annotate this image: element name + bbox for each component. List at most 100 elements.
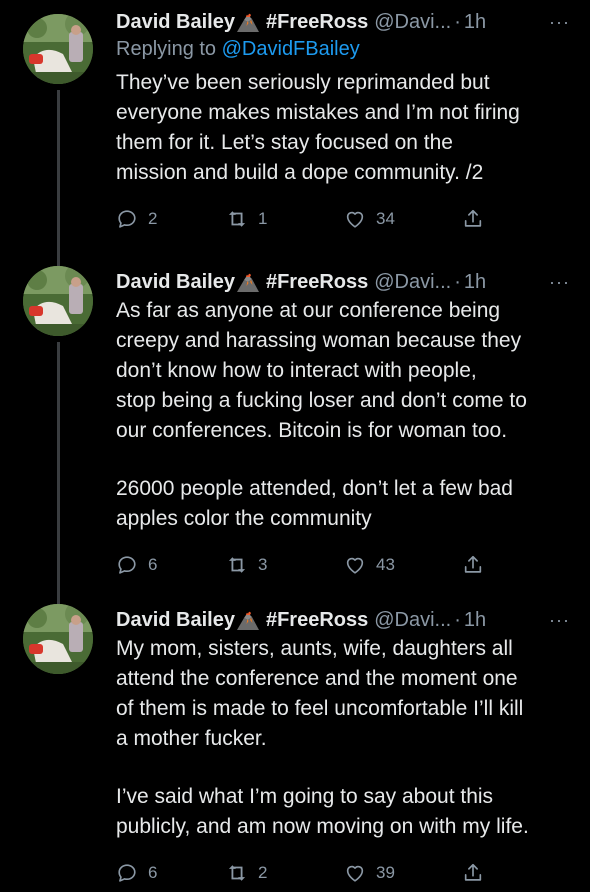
author-name[interactable]: David Bailey — [116, 608, 235, 632]
tweet[interactable]: David Bailey #FreeRoss @Davi... · 1h ···… — [0, 590, 590, 892]
text-line: them for it. Let’s stay focused on the — [116, 131, 453, 154]
name-hashtag: #FreeRoss — [265, 271, 369, 293]
like-button[interactable]: 43 — [344, 554, 462, 576]
like-count: 34 — [376, 209, 395, 228]
text-line: of them is made to feel uncomfortable I’… — [116, 697, 524, 720]
text-line: 26000 people attended, don’t let a few b… — [116, 477, 513, 500]
reply-button[interactable]: 2 — [116, 208, 226, 230]
avatar[interactable] — [23, 266, 93, 336]
text-line: don’t know how to interact with people, — [116, 359, 477, 382]
tweet-text: They’ve been seriously reprimanded but e… — [116, 68, 570, 188]
text-line: a mother fucker. — [116, 727, 267, 750]
text-line: mission and build a dope community. /2 — [116, 161, 484, 184]
like-button[interactable]: 34 — [344, 208, 462, 230]
thread-line — [57, 90, 60, 262]
tweet-header: David Bailey #FreeRoss @Davi... · 1h ··· — [116, 10, 570, 34]
text-line: everyone makes mistakes and I’m not firi… — [116, 101, 520, 124]
avatar[interactable] — [23, 14, 93, 84]
replying-to: Replying to @DavidFBailey — [116, 36, 570, 62]
author-name[interactable]: David Bailey — [116, 270, 235, 294]
reply-count: 6 — [148, 555, 158, 574]
tweet-header: David Bailey #FreeRoss @Davi... · 1h ··· — [116, 608, 570, 632]
name-hashtag: #FreeRoss — [265, 11, 369, 33]
retweet-button[interactable]: 1 — [226, 208, 344, 230]
author-handle[interactable]: @Davi... — [374, 270, 451, 294]
separator-dot: · — [454, 11, 461, 33]
tweet-thread: David Bailey #FreeRoss @Davi... · 1h ···… — [0, 0, 590, 892]
share-button[interactable] — [462, 862, 484, 884]
timestamp[interactable]: 1h — [464, 10, 486, 34]
replying-to-label: Replying to — [116, 38, 217, 60]
heart-icon — [346, 865, 364, 882]
volcano-icon — [236, 11, 260, 33]
share-icon — [464, 863, 482, 881]
share-icon — [464, 555, 482, 573]
name-hashtag: #FreeRoss — [265, 609, 369, 631]
retweet-icon — [228, 865, 246, 881]
heart-icon — [346, 211, 364, 228]
share-button[interactable] — [462, 554, 484, 576]
retweet-count: 2 — [258, 863, 268, 882]
reply-button[interactable]: 6 — [116, 862, 226, 884]
tweet-text: As far as anyone at our conference being… — [116, 296, 570, 534]
retweet-button[interactable]: 2 — [226, 862, 344, 884]
text-line: My mom, sisters, aunts, wife, daughters … — [116, 637, 513, 660]
reply-button[interactable]: 6 — [116, 554, 226, 576]
volcano-icon — [236, 609, 260, 631]
text-line: apples color the community — [116, 507, 372, 530]
more-options-icon[interactable]: ··· — [549, 608, 570, 632]
reply-icon — [118, 210, 136, 228]
like-button[interactable]: 39 — [344, 862, 462, 884]
separator-dot: · — [454, 271, 461, 293]
timestamp[interactable]: 1h — [464, 608, 486, 632]
tweet[interactable]: David Bailey #FreeRoss @Davi... · 1h ···… — [0, 0, 590, 262]
like-count: 43 — [376, 555, 395, 574]
volcano-icon — [236, 271, 260, 293]
tweet-text: My mom, sisters, aunts, wife, daughters … — [116, 634, 570, 842]
retweet-icon — [228, 211, 246, 227]
share-button[interactable] — [462, 208, 484, 230]
thread-line — [57, 590, 60, 604]
replying-to-handle[interactable]: @DavidFBailey — [222, 38, 360, 60]
author-handle[interactable]: @Davi... — [374, 10, 451, 34]
reply-count: 6 — [148, 863, 158, 882]
thread-line — [57, 252, 60, 266]
like-count: 39 — [376, 863, 395, 882]
tweet-content: David Bailey #FreeRoss @Davi... · 1h ···… — [116, 252, 590, 590]
separator-dot: · — [454, 609, 461, 631]
more-options-icon[interactable]: ··· — [549, 270, 570, 294]
text-line: publicly, and am now moving on with my l… — [116, 815, 529, 838]
tweet[interactable]: David Bailey #FreeRoss @Davi... · 1h ···… — [0, 252, 590, 600]
text-line: stop being a fucking loser and don’t com… — [116, 389, 527, 412]
share-icon — [464, 209, 482, 227]
thread-line — [57, 342, 60, 600]
tweet-actions: 2 1 34 — [116, 206, 570, 232]
tweet-actions: 6 2 39 — [116, 860, 570, 886]
tweet-header: David Bailey #FreeRoss @Davi... · 1h ··· — [116, 270, 570, 294]
author-name[interactable]: David Bailey — [116, 10, 235, 34]
timestamp[interactable]: 1h — [464, 270, 486, 294]
retweet-button[interactable]: 3 — [226, 554, 344, 576]
text-line: I’ve said what I’m going to say about th… — [116, 785, 494, 808]
avatar[interactable] — [23, 604, 93, 674]
text-line: our conferences. Bitcoin is for woman to… — [116, 419, 508, 442]
more-options-icon[interactable]: ··· — [549, 10, 570, 34]
text-line: attend the conference and the moment one — [116, 667, 518, 690]
retweet-icon — [228, 557, 246, 573]
reply-icon — [118, 556, 136, 574]
tweet-actions: 6 3 43 — [116, 552, 570, 578]
text-line: creepy and harassing woman because they — [116, 329, 522, 352]
retweet-count: 3 — [258, 555, 268, 574]
tweet-content: David Bailey #FreeRoss @Davi... · 1h ···… — [116, 590, 590, 892]
retweet-count: 1 — [258, 209, 268, 228]
heart-icon — [346, 557, 364, 574]
avatar-column — [0, 590, 116, 892]
avatar-column — [0, 252, 116, 600]
text-line: They’ve been seriously reprimanded but — [116, 71, 490, 94]
reply-count: 2 — [148, 209, 158, 228]
author-handle[interactable]: @Davi... — [374, 608, 451, 632]
avatar-column — [0, 0, 116, 262]
tweet-content: David Bailey #FreeRoss @Davi... · 1h ···… — [116, 0, 590, 252]
